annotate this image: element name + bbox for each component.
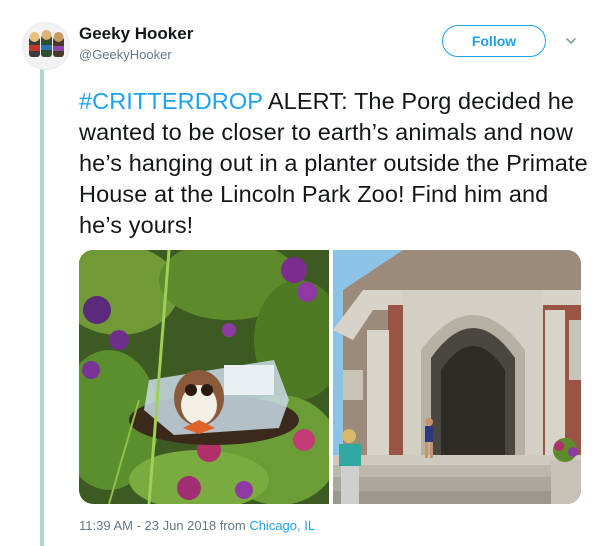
thread-line [40, 66, 44, 546]
follow-button[interactable]: Follow [442, 25, 546, 57]
tweet-meta: 11:39 AM - 23 Jun 2018 from Chicago, IL [79, 518, 315, 533]
user-handle[interactable]: @GeekyHooker [79, 47, 172, 62]
location-link[interactable]: Chicago, IL [249, 518, 315, 533]
avatar[interactable] [22, 22, 70, 70]
tweet-text: #CRITTERDROP ALERT: The Porg decided he … [79, 86, 594, 241]
hashtag-link[interactable]: #CRITTERDROP [79, 88, 263, 114]
chevron-down-icon[interactable] [564, 34, 578, 48]
display-name[interactable]: Geeky Hooker [79, 24, 193, 44]
photo-planter[interactable] [79, 250, 329, 504]
photo-primate-house[interactable] [333, 250, 581, 504]
avatar-image [23, 23, 69, 69]
media-grid [79, 250, 581, 504]
timestamp[interactable]: 11:39 AM - 23 Jun 2018 from [79, 518, 249, 533]
